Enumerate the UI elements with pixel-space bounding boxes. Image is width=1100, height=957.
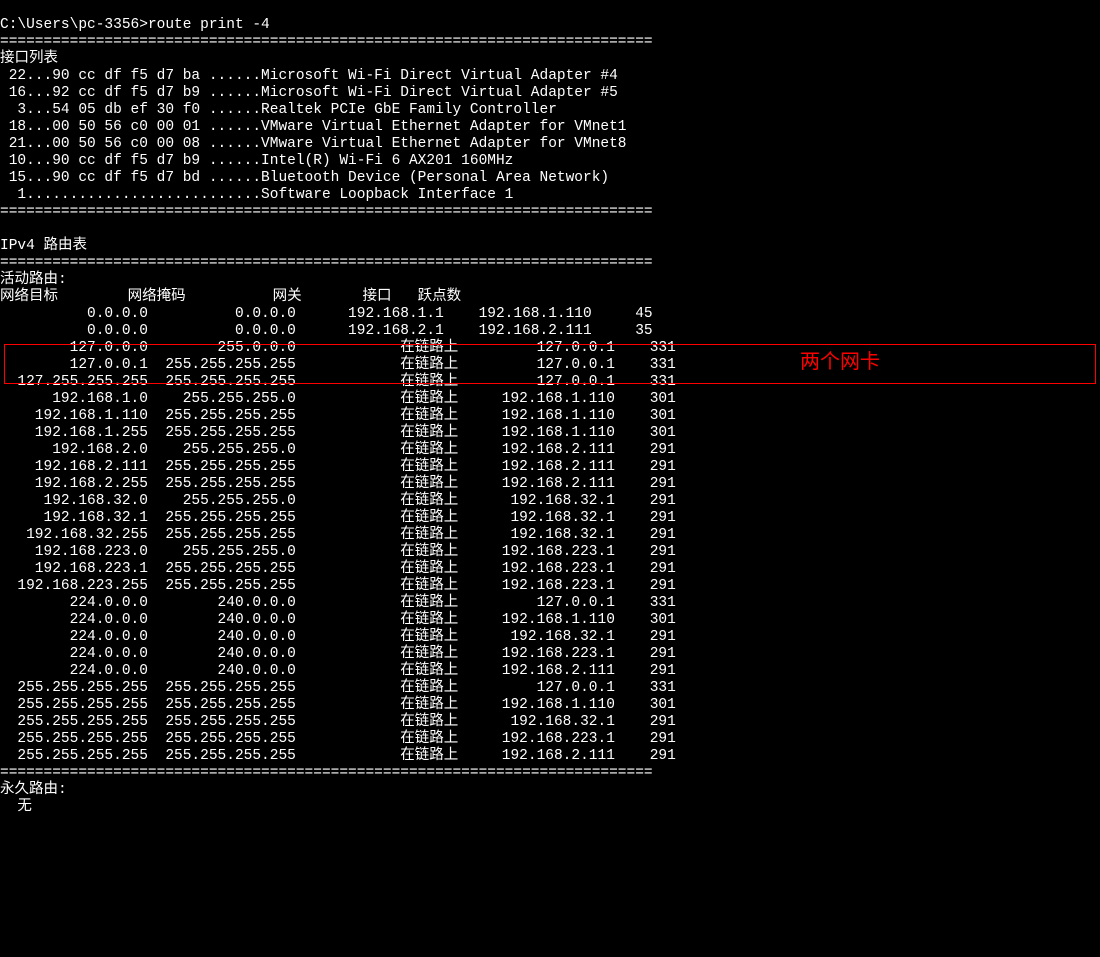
interface-row: 16...92 cc df f5 d7 b9 ......Microsoft W… [0, 85, 618, 101]
annotation-label: 两个网卡 [800, 354, 880, 371]
route-header: 网络目标 网络掩码 网关 接口 跃点数 [0, 289, 461, 305]
route-row: 192.168.1.255 255.255.255.255 在链路上 192.1… [0, 425, 676, 441]
route-row: 192.168.2.255 255.255.255.255 在链路上 192.1… [0, 476, 676, 492]
route-row: 255.255.255.255 255.255.255.255 在链路上 192… [0, 714, 676, 730]
route-row: 255.255.255.255 255.255.255.255 在链路上 127… [0, 680, 676, 696]
route-row: 192.168.2.0 255.255.255.0 在链路上 192.168.2… [0, 442, 676, 458]
route-row: 192.168.32.1 255.255.255.255 在链路上 192.16… [0, 510, 676, 526]
section-persistent: 永久路由: [0, 782, 67, 798]
route-row: 192.168.223.0 255.255.255.0 在链路上 192.168… [0, 544, 676, 560]
route-row: 224.0.0.0 240.0.0.0 在链路上 127.0.0.1 331 [0, 595, 676, 611]
interface-row: 3...54 05 db ef 30 f0 ......Realtek PCIe… [0, 102, 557, 118]
section-active: 活动路由: [0, 272, 67, 288]
divider: ========================================… [0, 255, 653, 271]
route-row: 192.168.32.255 255.255.255.255 在链路上 192.… [0, 527, 676, 543]
command: route print -4 [148, 17, 270, 33]
interface-row: 10...90 cc df f5 d7 b9 ......Intel(R) Wi… [0, 153, 513, 169]
route-row: 255.255.255.255 255.255.255.255 在链路上 192… [0, 731, 676, 747]
route-row: 224.0.0.0 240.0.0.0 在链路上 192.168.1.110 3… [0, 612, 676, 628]
route-row: 0.0.0.0 0.0.0.0 192.168.1.1 192.168.1.11… [0, 306, 653, 322]
route-row: 192.168.1.0 255.255.255.0 在链路上 192.168.1… [0, 391, 676, 407]
route-row: 255.255.255.255 255.255.255.255 在链路上 192… [0, 697, 676, 713]
route-row: 224.0.0.0 240.0.0.0 在链路上 192.168.32.1 29… [0, 629, 676, 645]
route-row: 0.0.0.0 0.0.0.0 192.168.2.1 192.168.2.11… [0, 323, 653, 339]
route-row: 192.168.2.111 255.255.255.255 在链路上 192.1… [0, 459, 676, 475]
interface-row: 1...........................Software Loo… [0, 187, 513, 203]
interface-row: 18...00 50 56 c0 00 01 ......VMware Virt… [0, 119, 627, 135]
interface-row: 22...90 cc df f5 d7 ba ......Microsoft W… [0, 68, 618, 84]
interface-row: 15...90 cc df f5 d7 bd ......Bluetooth D… [0, 170, 609, 186]
divider: ========================================… [0, 765, 653, 781]
prompt-line: C:\Users\pc-3356>route print -4 [0, 17, 270, 33]
divider: ========================================… [0, 34, 653, 50]
section-interfaces: 接口列表 [0, 51, 58, 67]
route-row: 192.168.32.0 255.255.255.0 在链路上 192.168.… [0, 493, 676, 509]
interface-row: 21...00 50 56 c0 00 08 ......VMware Virt… [0, 136, 627, 152]
prompt: C:\Users\pc-3356> [0, 17, 148, 33]
route-row: 192.168.223.255 255.255.255.255 在链路上 192… [0, 578, 676, 594]
route-row: 127.0.0.1 255.255.255.255 在链路上 127.0.0.1… [0, 357, 676, 373]
divider: ========================================… [0, 204, 653, 220]
route-row: 192.168.1.110 255.255.255.255 在链路上 192.1… [0, 408, 676, 424]
section-ipv4: IPv4 路由表 [0, 238, 87, 254]
route-row: 192.168.223.1 255.255.255.255 在链路上 192.1… [0, 561, 676, 577]
persistent-none: 无 [0, 799, 32, 815]
route-row: 127.0.0.0 255.0.0.0 在链路上 127.0.0.1 331 [0, 340, 676, 356]
route-row: 255.255.255.255 255.255.255.255 在链路上 192… [0, 748, 676, 764]
route-row: 224.0.0.0 240.0.0.0 在链路上 192.168.2.111 2… [0, 663, 676, 679]
route-row: 224.0.0.0 240.0.0.0 在链路上 192.168.223.1 2… [0, 646, 676, 662]
terminal-output[interactable]: C:\Users\pc-3356>route print -4 ========… [0, 0, 1100, 816]
route-row: 127.255.255.255 255.255.255.255 在链路上 127… [0, 374, 676, 390]
